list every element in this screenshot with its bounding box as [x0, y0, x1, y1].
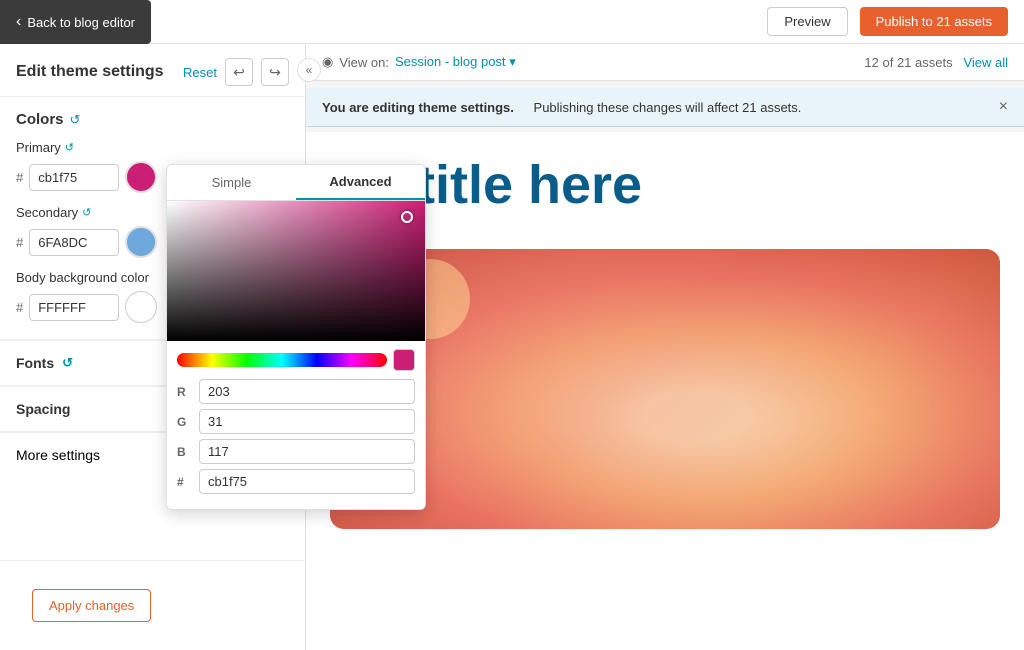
secondary-refresh-icon[interactable]: ↺ [82, 206, 91, 219]
publish-button[interactable]: Publish to 21 assets [860, 7, 1008, 36]
more-settings-label: More settings [16, 447, 100, 463]
view-on-link[interactable]: Session - blog post ▾ [395, 54, 516, 70]
color-preview-swatch [393, 349, 415, 371]
blog-title: og title here [336, 156, 994, 215]
redo-button[interactable]: ↪ [261, 58, 289, 86]
picker-tab-simple[interactable]: Simple [167, 165, 296, 200]
color-picker-popup: Simple Advanced R 203 G 31 [166, 164, 426, 510]
b-input[interactable]: 117 [199, 439, 415, 464]
eye-icon: ◉ [322, 54, 333, 70]
primary-label: Primary [16, 140, 61, 155]
hue-slider[interactable] [177, 353, 387, 367]
view-on-bar: ◉ View on: Session - blog post ▾ 12 of 2… [306, 44, 1024, 81]
g-label: G [177, 415, 193, 429]
notification-bold: You are editing theme settings. [322, 100, 514, 115]
notification-close-button[interactable]: × [999, 98, 1008, 116]
collapse-panel-button[interactable]: « [297, 58, 321, 82]
primary-color-swatch[interactable] [125, 161, 157, 193]
primary-color-input[interactable] [29, 164, 119, 191]
secondary-hash: # [16, 235, 23, 250]
body-bg-label: Body background color [16, 270, 149, 285]
body-bg-input[interactable] [29, 294, 119, 321]
blog-meta: in [336, 223, 994, 239]
fonts-refresh-icon[interactable]: ↺ [62, 355, 73, 371]
secondary-color-swatch[interactable] [125, 226, 157, 258]
secondary-color-input[interactable] [29, 229, 119, 256]
r-label: R [177, 385, 193, 399]
back-arrow-icon: ‹ [16, 13, 21, 31]
apply-changes-button[interactable]: Apply changes [32, 589, 151, 622]
r-input[interactable]: 203 [199, 379, 415, 404]
notification-bar: You are editing theme settings. Publishi… [306, 88, 1024, 127]
reset-button[interactable]: Reset [183, 65, 217, 80]
undo-button[interactable]: ↩ [225, 58, 253, 86]
body-bg-swatch[interactable] [125, 291, 157, 323]
view-all-link[interactable]: View all [963, 55, 1008, 70]
fonts-label: Fonts [16, 355, 54, 371]
b-label: B [177, 445, 193, 459]
view-on-label: View on: [339, 55, 389, 70]
picker-cursor[interactable] [401, 211, 413, 223]
colors-section-title: Colors [16, 111, 64, 128]
primary-refresh-icon[interactable]: ↺ [65, 141, 74, 154]
body-bg-hash: # [16, 300, 23, 315]
notification-body: Publishing these changes will affect 21 … [534, 100, 802, 115]
hex-label: # [177, 475, 193, 489]
spacing-label: Spacing [16, 401, 70, 417]
g-input[interactable]: 31 [199, 409, 415, 434]
secondary-label: Secondary [16, 205, 78, 220]
primary-hash: # [16, 170, 23, 185]
back-button[interactable]: ‹ Back to blog editor [0, 0, 151, 44]
assets-count: 12 of 21 assets [864, 55, 952, 70]
dropdown-icon: ▾ [509, 54, 516, 69]
colors-refresh-icon[interactable]: ↺ [70, 112, 81, 128]
picker-tab-advanced[interactable]: Advanced [296, 165, 425, 200]
panel-title: Edit theme settings [16, 63, 164, 81]
hex-input[interactable]: cb1f75 [199, 469, 415, 494]
preview-button[interactable]: Preview [767, 7, 847, 36]
